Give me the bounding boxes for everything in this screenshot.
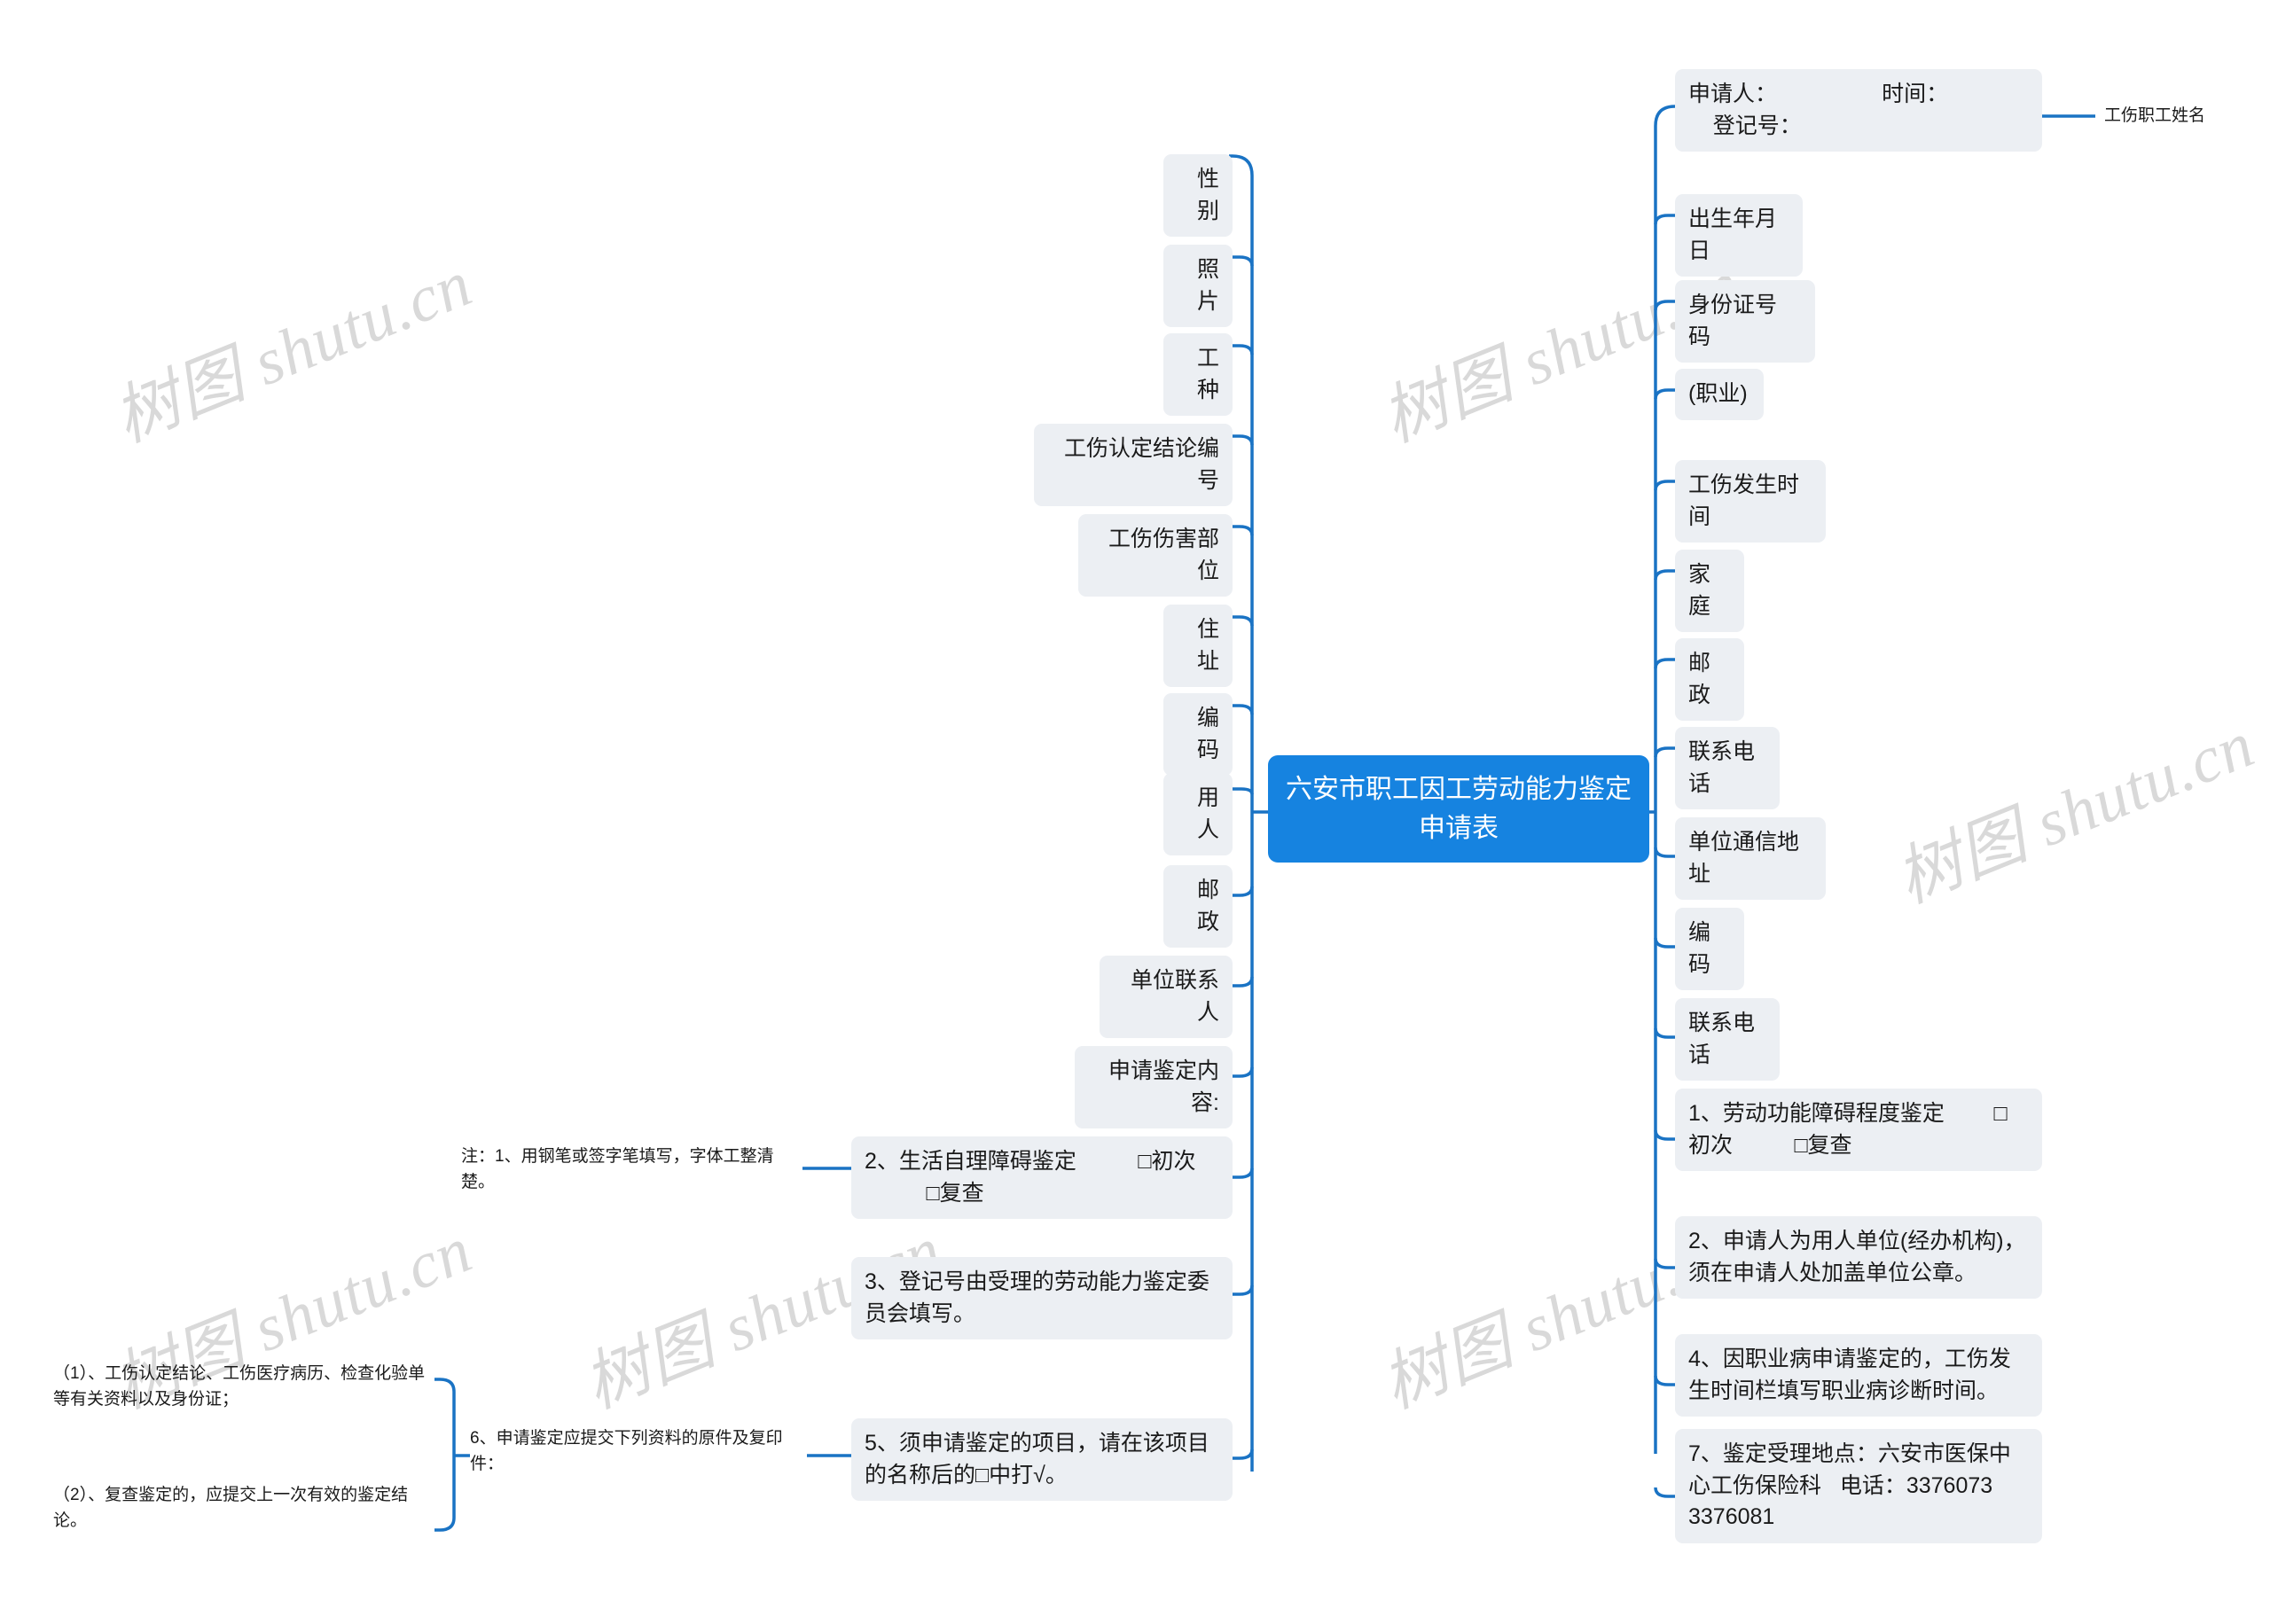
left-node-item-2[interactable]: 2、生活自理障碍鉴定 □初次 □复查 (851, 1136, 1233, 1219)
right-node-unit-address[interactable]: 单位通信地址 (1675, 817, 1826, 900)
right-node-code[interactable]: 编码 (1675, 908, 1744, 990)
right-node-postal[interactable]: 邮政 (1675, 638, 1744, 721)
watermark-6: 树图 shutu.cn (1886, 707, 2265, 917)
right-node-applicant[interactable]: 申请人： 时间： 登记号： (1675, 69, 2042, 152)
right-node-item-1[interactable]: 1、劳动功能障碍程度鉴定 □初次 □复查 (1675, 1089, 2042, 1171)
left-node-employer[interactable]: 用人 (1163, 773, 1233, 855)
far-left-note-1[interactable]: （1）、工伤认定结论、工伤医疗病历、检查化验单等有关资料以及身份证； (53, 1361, 434, 1413)
right-node-applicant-child[interactable]: 工伤职工姓名 (2104, 105, 2270, 129)
right-node-phone-2[interactable]: 联系电话 (1675, 998, 1780, 1081)
left-node-application-content[interactable]: 申请鉴定内容: (1075, 1046, 1233, 1128)
far-left-note-2[interactable]: （2）、复查鉴定的，应提交上一次有效的鉴定结论。 (53, 1482, 434, 1534)
left-node-unit-contact[interactable]: 单位联系人 (1100, 956, 1233, 1038)
left-node-injury-site[interactable]: 工伤伤害部位 (1078, 514, 1233, 597)
right-node-id-number[interactable]: 身份证号 码 (1675, 280, 1815, 363)
right-node-birthdate[interactable]: 出生年月日 (1675, 194, 1803, 277)
right-node-occupation[interactable]: (职业) (1675, 369, 1764, 420)
mindmap-canvas: 树图 shutu.cn 树图 shutu.cn 树图 shutu.cn 树图 s… (0, 0, 2270, 1624)
left-node-job-type[interactable]: 工种 (1163, 333, 1233, 416)
note-item-1[interactable]: 注：1、用钢笔或签字笔填写，字体工整清楚。 (461, 1144, 807, 1196)
right-node-phone-1[interactable]: 联系电话 (1675, 727, 1780, 809)
left-node-gender[interactable]: 性别 (1163, 154, 1233, 237)
left-node-injury-conclusion-number[interactable]: 工伤认定结论编号 (1034, 424, 1233, 506)
right-node-item-4[interactable]: 4、因职业病申请鉴定的，工伤发生时间栏填写职业病诊断时间。 (1675, 1334, 2042, 1417)
left-node-photo[interactable]: 照片 (1163, 245, 1233, 327)
root-node[interactable]: 六安市职工因工劳动能力鉴定申请表 (1268, 755, 1649, 863)
left-node-item-5[interactable]: 5、须申请鉴定的项目，请在该项目的名称后的□中打√。 (851, 1418, 1233, 1501)
right-node-injury-time[interactable]: 工伤发生时间 (1675, 460, 1826, 543)
right-node-item-7[interactable]: 7、鉴定受理地点：六安市医保中心工伤保险科 电话：3376073 3376081 (1675, 1429, 2042, 1543)
note-item-6[interactable]: 6、申请鉴定应提交下列资料的原件及复印件： (470, 1425, 816, 1478)
left-node-code[interactable]: 编码 (1163, 693, 1233, 776)
left-node-item-3[interactable]: 3、登记号由受理的劳动能力鉴定委员会填写。 (851, 1257, 1233, 1339)
right-node-item-2[interactable]: 2、申请人为用人单位(经办机构)，须在申请人处加盖单位公章。 (1675, 1216, 2042, 1299)
watermark-1: 树图 shutu.cn (104, 246, 482, 457)
right-node-family[interactable]: 家庭 (1675, 550, 1744, 632)
left-node-address[interactable]: 住址 (1163, 605, 1233, 687)
left-node-postal[interactable]: 邮政 (1163, 865, 1233, 948)
